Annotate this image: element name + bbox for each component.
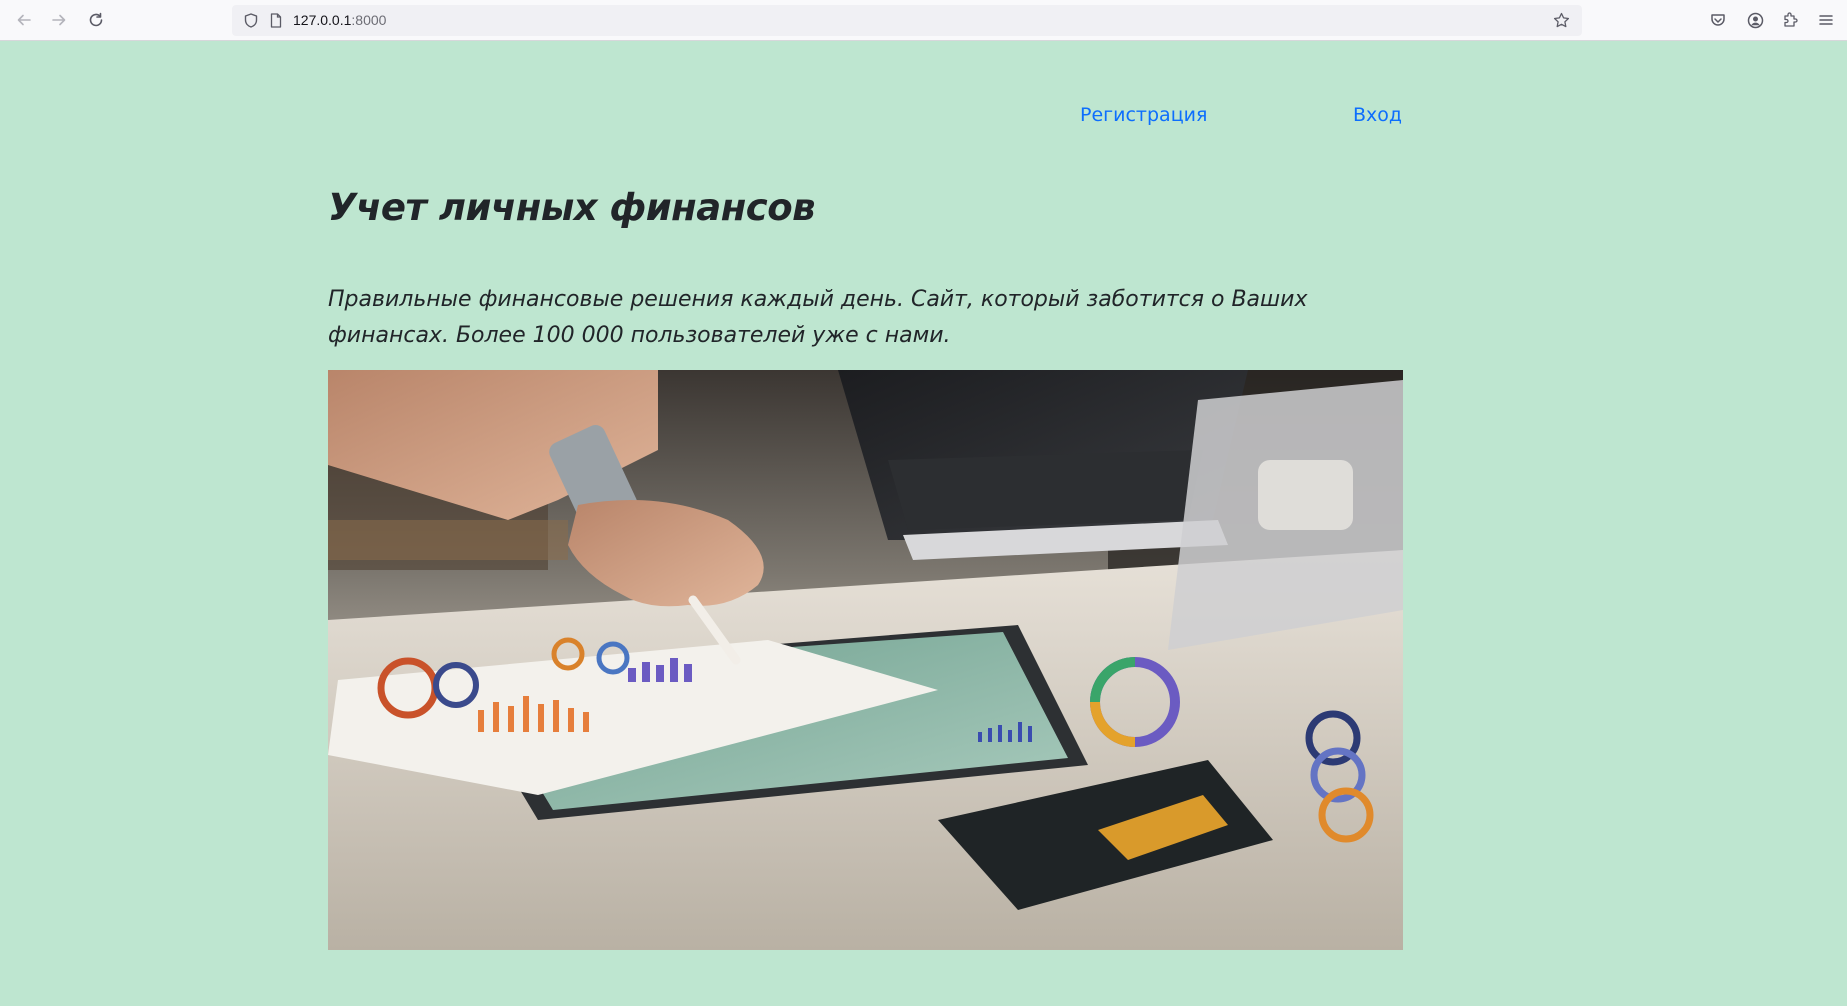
url-host: 127.0.0.1 (293, 12, 352, 28)
hamburger-menu-icon[interactable] (1814, 8, 1838, 32)
reload-icon[interactable] (84, 8, 108, 32)
page-title: Учет личных финансов (328, 186, 816, 229)
puzzle-icon[interactable] (1778, 8, 1802, 32)
url-port: :8000 (351, 12, 387, 28)
arrow-left-icon[interactable] (12, 8, 36, 32)
page-icon[interactable] (270, 13, 282, 32)
star-icon[interactable] (1553, 12, 1570, 33)
register-link[interactable]: Регистрация (1080, 104, 1207, 126)
hero-image (328, 370, 1403, 950)
page-lead: Правильные финансовые решения каждый ден… (328, 287, 1308, 348)
arrow-right-icon[interactable] (47, 8, 71, 32)
shield-icon[interactable] (244, 13, 258, 32)
login-link[interactable]: Вход (1353, 104, 1402, 126)
url-bar[interactable]: 127.0.0.1:8000 (232, 5, 1582, 36)
browser-toolbar: 127.0.0.1:8000 (0, 0, 1847, 41)
account-icon[interactable] (1743, 8, 1767, 32)
pocket-icon[interactable] (1706, 8, 1730, 32)
url-text[interactable]: 127.0.0.1:8000 (293, 12, 386, 28)
